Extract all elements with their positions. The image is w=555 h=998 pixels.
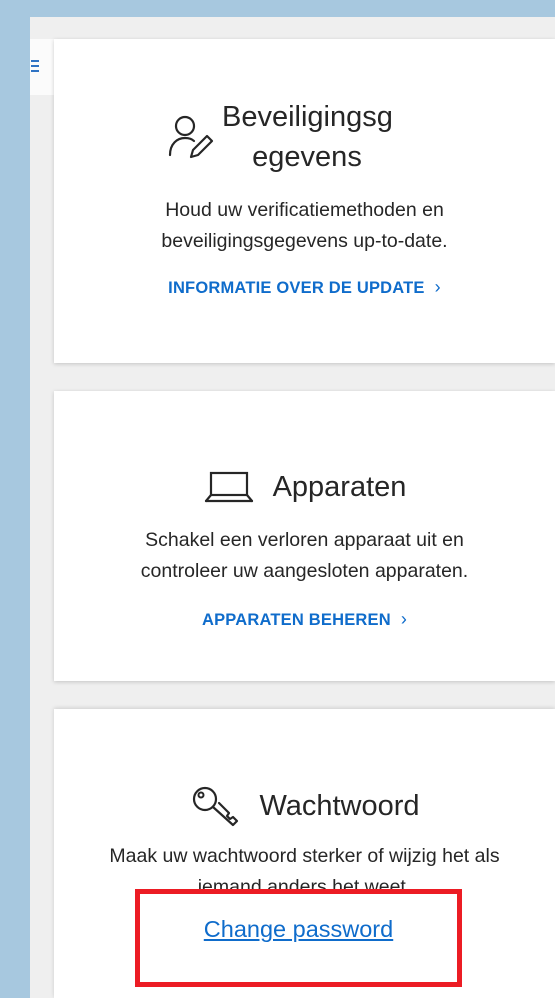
person-edit-icon: [168, 115, 214, 159]
chevron-right-icon: ›: [434, 277, 441, 297]
update-info-link[interactable]: INFORMATIE OVER DE UPDATE ›: [54, 277, 555, 298]
card-title-line-2: egevens: [252, 141, 362, 173]
card-description-line-1: Schakel een verloren apparaat uit en: [145, 529, 464, 551]
change-password-link[interactable]: Change password: [204, 916, 393, 943]
password-card: Wachtwoord Maak uw wachtwoord sterker of…: [54, 709, 555, 998]
card-title: Apparaten: [272, 471, 407, 503]
card-title-line-1: Beveiligingsg: [222, 101, 393, 133]
update-info-link-label: INFORMATIE OVER DE UPDATE: [168, 279, 425, 297]
hamburger-icon: [31, 60, 39, 72]
devices-card: Apparaten Schakel een verloren apparaat …: [54, 391, 555, 681]
page-container: Beveiligingsg egevens Houd uw verificati…: [30, 17, 555, 998]
key-icon: [193, 786, 239, 827]
manage-devices-link[interactable]: APPARATEN BEHEREN ›: [54, 609, 555, 630]
card-title-row: Wachtwoord: [54, 783, 555, 829]
card-description-line-2: beveiligingsgegevens up-to-date.: [161, 230, 448, 252]
card-title: Wachtwoord: [259, 790, 420, 822]
card-title: Beveiligingsg egevens: [222, 97, 393, 177]
card-description-line-2: controleer uw aangesloten apparaten.: [140, 560, 469, 582]
card-description: Houd uw verificatiemethoden en beveiligi…: [54, 195, 555, 257]
card-title-row: Apparaten: [54, 467, 555, 507]
highlight-box: Change password: [135, 889, 462, 987]
card-description-line-1: Maak uw wachtwoord sterker of wijzig het…: [109, 845, 500, 867]
laptop-icon: [204, 471, 253, 503]
security-info-card: Beveiligingsg egevens Houd uw verificati…: [54, 39, 555, 363]
card-description-line-1: Houd uw verificatiemethoden en: [165, 199, 444, 221]
chevron-right-icon: ›: [400, 609, 408, 629]
card-description: Schakel een verloren apparaat uit en con…: [54, 525, 555, 587]
manage-devices-link-label: APPARATEN BEHEREN: [201, 611, 391, 629]
